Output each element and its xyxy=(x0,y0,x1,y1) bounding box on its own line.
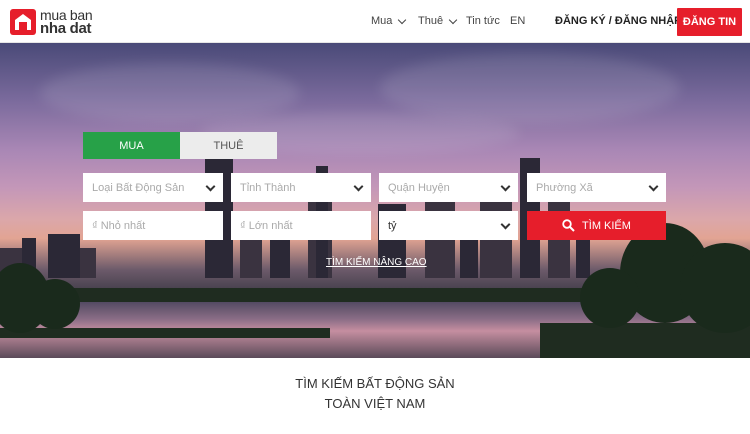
tab-rent[interactable]: THUÊ xyxy=(180,132,277,159)
district-select[interactable]: Quận Huyện xyxy=(379,173,518,202)
post-listing-button[interactable]: ĐĂNG TIN xyxy=(677,8,742,36)
chevron-down-icon xyxy=(398,15,407,24)
register-login-link[interactable]: ĐĂNG KÝ / ĐĂNG NHẬP xyxy=(555,15,682,27)
nav-rent[interactable]: Thuê xyxy=(418,15,458,27)
nav-language[interactable]: EN xyxy=(510,15,525,27)
min-price-input[interactable]: ₫ Nhỏ nhất xyxy=(83,211,223,240)
nav-rent-label: Thuê xyxy=(418,15,444,27)
max-price-input[interactable]: ₫ Lớn nhất xyxy=(231,211,371,240)
nav-buy[interactable]: Mua xyxy=(371,15,407,27)
search-tabs: MUA THUÊ xyxy=(83,132,277,159)
district-value: Quận Huyện xyxy=(388,181,450,194)
province-value: Tỉnh Thành xyxy=(240,181,296,194)
tagline-line1: TÌM KIẾM BẤT ĐỘNG SẢN xyxy=(295,376,455,391)
logo-house-icon xyxy=(10,9,36,35)
search-button[interactable]: TÌM KIẾM xyxy=(527,211,666,240)
max-price-placeholder: ₫ Lớn nhất xyxy=(240,219,293,232)
price-unit-select[interactable]: tỷ xyxy=(379,211,518,240)
nav-news[interactable]: Tin tức xyxy=(466,15,500,27)
min-price-placeholder: ₫ Nhỏ nhất xyxy=(92,219,146,232)
logo-text-bottom: nha dat xyxy=(40,20,92,37)
chevron-down-icon xyxy=(500,219,511,230)
search-icon xyxy=(562,219,575,232)
ward-select[interactable]: Phường Xã xyxy=(527,173,666,202)
advanced-search-link[interactable]: TÌM KIẾM NÂNG CAO xyxy=(326,257,427,268)
nav-buy-label: Mua xyxy=(371,15,393,27)
tagline-line2: TOÀN VIỆT NAM xyxy=(324,396,426,411)
chevron-down-icon xyxy=(648,181,659,192)
property-type-select[interactable]: Loại Bất Động Sản xyxy=(83,173,223,202)
top-header: mua ban nha dat Mua Thuê Tin tức EN ĐĂNG… xyxy=(0,0,750,43)
chevron-down-icon xyxy=(500,181,511,192)
chevron-down-icon xyxy=(353,181,364,192)
search-button-label: TÌM KIẾM xyxy=(582,219,631,232)
chevron-down-icon xyxy=(205,181,216,192)
tab-buy[interactable]: MUA xyxy=(83,132,180,159)
nav-language-label: EN xyxy=(510,15,526,27)
property-type-value: Loại Bất Động Sản xyxy=(92,181,185,194)
site-logo[interactable]: mua ban nha dat xyxy=(10,8,93,37)
chevron-down-icon xyxy=(448,15,458,24)
ward-value: Phường Xã xyxy=(536,181,593,194)
nav-news-label: Tin tức xyxy=(466,15,500,27)
price-unit-value: tỷ xyxy=(388,219,397,232)
province-select[interactable]: Tỉnh Thành xyxy=(231,173,371,202)
